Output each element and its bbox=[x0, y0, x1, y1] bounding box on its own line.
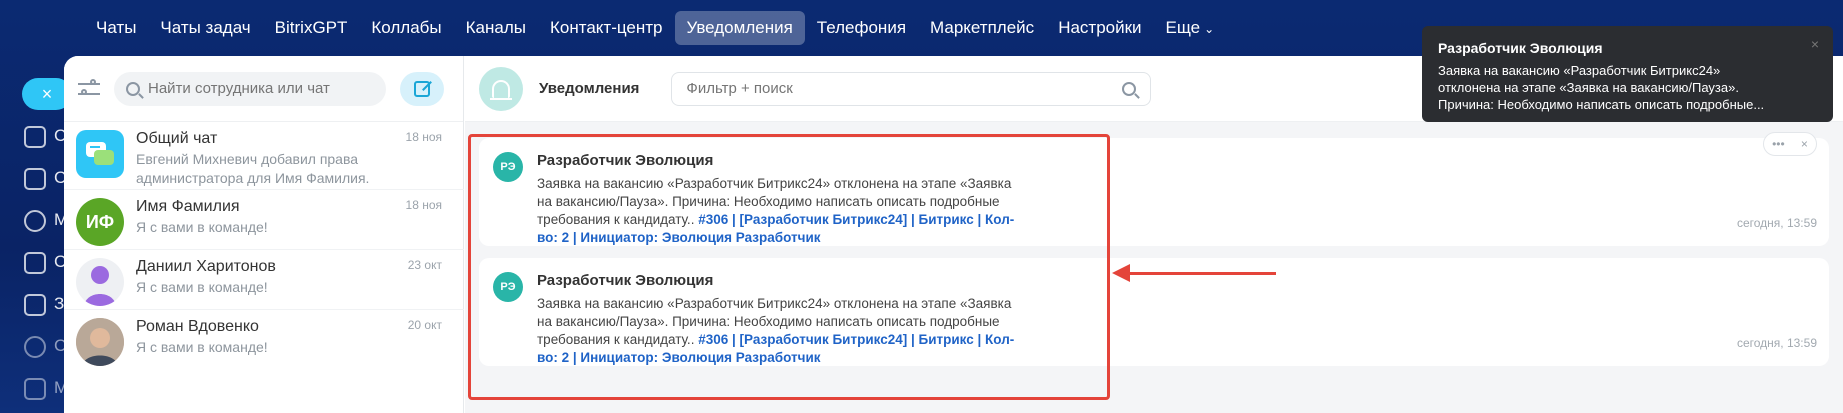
chat-list-item[interactable]: ИФ Имя Фамилия 18 ноя Я с вами в команде… bbox=[64, 189, 464, 249]
notification-toast[interactable]: Разработчик Эволюция Заявка на вакансию … bbox=[1422, 26, 1833, 122]
nav-contact-center[interactable]: Контакт-центр bbox=[538, 11, 675, 45]
bell-icon bbox=[490, 79, 512, 100]
nav-more-label: Еще bbox=[1165, 18, 1201, 37]
user-silhouette-icon bbox=[84, 266, 116, 306]
chat-search-input[interactable] bbox=[148, 80, 368, 97]
chat-icon[interactable] bbox=[24, 336, 46, 358]
toast-title: Разработчик Эволюция bbox=[1438, 40, 1603, 56]
avatar: РЭ bbox=[493, 272, 523, 302]
chat-date: 18 ноя bbox=[405, 130, 442, 144]
chat-preview: Я с вами в команде! bbox=[136, 219, 268, 235]
notifications-filter-input[interactable] bbox=[686, 80, 1087, 97]
avatar bbox=[76, 318, 124, 366]
chat-list-header bbox=[64, 56, 463, 122]
nav-settings[interactable]: Настройки bbox=[1046, 11, 1153, 45]
cart-icon[interactable] bbox=[24, 252, 46, 274]
avatar: РЭ bbox=[493, 152, 523, 182]
chat-name: Роман Вдовенко bbox=[136, 318, 259, 335]
search-icon[interactable] bbox=[1122, 81, 1137, 96]
group-chat-avatar bbox=[76, 130, 124, 178]
notification-title: Разработчик Эволюция bbox=[537, 152, 714, 169]
arrow-left-icon bbox=[1112, 264, 1130, 282]
nav-bitrixgpt[interactable]: BitrixGPT bbox=[263, 11, 360, 45]
chat-list-column: Общий чат 18 ноя Евгений Михневич добави… bbox=[64, 56, 464, 413]
nav-telephony[interactable]: Телефония bbox=[805, 11, 918, 45]
rail-label: З bbox=[54, 294, 65, 313]
nav-task-chats[interactable]: Чаты задач bbox=[148, 11, 262, 45]
notifications-title: Уведомления bbox=[539, 80, 640, 97]
chat-name: Даниил Харитонов bbox=[136, 258, 276, 275]
chat-list-item[interactable]: Даниил Харитонов 23 окт Я с вами в коман… bbox=[64, 249, 464, 309]
toast-line: отклонена на этапе «Заявка на вакансию/П… bbox=[1438, 80, 1739, 95]
toast-body: Заявка на вакансию «Разработчик Битрикс2… bbox=[1438, 62, 1817, 113]
chat-bubbles-icon bbox=[86, 142, 114, 165]
close-icon: × bbox=[41, 83, 53, 104]
notification-text: Заявка на вакансию «Разработчик Битрикс2… bbox=[537, 295, 1017, 367]
new-chat-button[interactable] bbox=[400, 71, 444, 106]
notification-text: Заявка на вакансию «Разработчик Битрикс2… bbox=[537, 175, 1017, 247]
search-icon bbox=[126, 81, 140, 96]
chat-preview: Я с вами в команде! bbox=[136, 279, 268, 295]
chat-list-item[interactable]: Общий чат 18 ноя Евгений Михневич добави… bbox=[64, 128, 464, 188]
avatar: ИФ bbox=[76, 198, 124, 246]
tasks-icon[interactable] bbox=[24, 294, 46, 316]
annotation-arrow-line bbox=[1124, 272, 1276, 275]
avatar bbox=[76, 258, 124, 306]
compose-icon bbox=[414, 80, 430, 97]
target-icon[interactable] bbox=[24, 210, 46, 232]
chevron-down-icon: ⌄ bbox=[1204, 22, 1215, 36]
chat-preview: Евгений Михневич добавил права администр… bbox=[136, 151, 370, 186]
user-photo-icon bbox=[76, 318, 124, 366]
close-icon[interactable]: × bbox=[1811, 36, 1819, 52]
nav-more[interactable]: Еще ⌄ bbox=[1154, 11, 1227, 45]
chat-date: 20 окт bbox=[407, 318, 442, 332]
notification-time: сегодня, 13:59 bbox=[1736, 216, 1817, 230]
filter-settings-icon[interactable] bbox=[78, 78, 100, 100]
close-icon[interactable]: × bbox=[1801, 137, 1808, 151]
top-navigation: Чаты Чаты задач BitrixGPT Коллабы Каналы… bbox=[84, 10, 1226, 46]
chat-preview: Я с вами в команде! bbox=[136, 339, 268, 355]
chat-list-item[interactable]: Роман Вдовенко 20 окт Я с вами в команде… bbox=[64, 309, 464, 369]
messages-icon[interactable] bbox=[24, 378, 46, 400]
chat-date: 18 ноя bbox=[405, 198, 442, 212]
toast-line: Причина: Необходимо написать описать под… bbox=[1438, 97, 1765, 112]
nav-collabs[interactable]: Коллабы bbox=[359, 11, 453, 45]
toast-line: Заявка на вакансию «Разработчик Битрикс2… bbox=[1438, 63, 1721, 78]
nav-channels[interactable]: Каналы bbox=[454, 11, 538, 45]
more-icon[interactable]: ••• bbox=[1772, 137, 1785, 151]
notifications-avatar bbox=[479, 66, 523, 111]
calendar-icon[interactable] bbox=[24, 126, 46, 148]
notification-card: РЭ Разработчик Эволюция Заявка на ваканс… bbox=[479, 132, 1829, 247]
notifications-filter-field[interactable] bbox=[671, 71, 1152, 106]
nav-notifications[interactable]: Уведомления bbox=[674, 11, 805, 45]
notification-time: сегодня, 13:59 bbox=[1736, 336, 1817, 350]
nav-chats[interactable]: Чаты bbox=[84, 11, 148, 45]
notification-actions: ••• × bbox=[1763, 132, 1817, 156]
chat-search-field[interactable] bbox=[114, 71, 386, 106]
drive-icon[interactable] bbox=[24, 168, 46, 190]
nav-marketplace[interactable]: Маркетплейс bbox=[918, 11, 1046, 45]
chat-date: 23 окт bbox=[407, 258, 442, 272]
